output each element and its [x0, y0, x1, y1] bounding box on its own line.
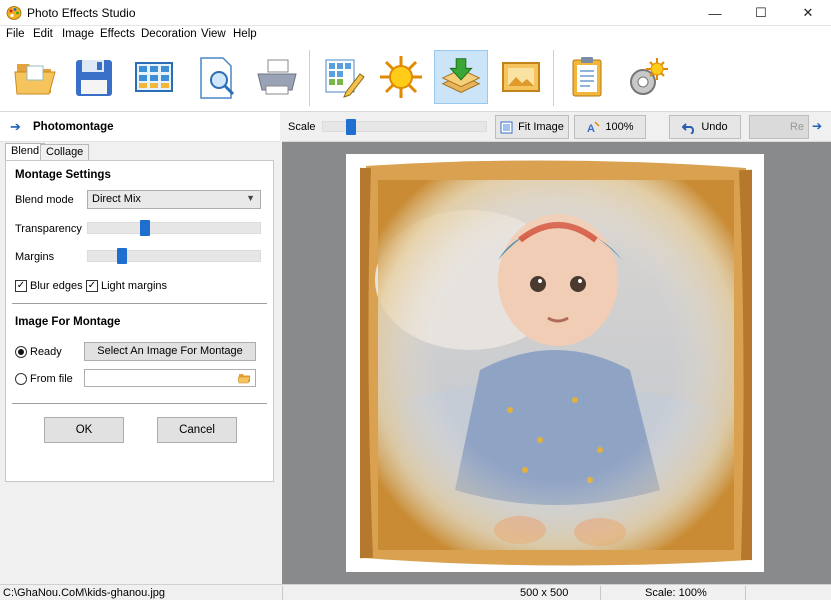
tab-collage[interactable]: Collage: [40, 144, 90, 160]
image-for-montage-heading: Image For Montage: [15, 316, 121, 328]
chevron-down-icon: ▼: [246, 193, 255, 203]
status-bar: C:\GhaNou.CoM\kids-ghanou.jpg 500 x 500 …: [0, 584, 831, 600]
app-palette-icon: [6, 6, 22, 20]
panel-title: Photomontage: [33, 121, 114, 133]
arrow-right-icon[interactable]: ➔: [812, 119, 822, 133]
scale-label: Scale: [288, 121, 316, 133]
layers-import-icon[interactable]: [434, 50, 488, 104]
fit-image-label: Fit Image: [518, 121, 564, 133]
status-scale: Scale: 100%: [645, 587, 707, 599]
menu-bar: File Edit Image Effects Decoration View …: [0, 26, 831, 44]
image-canvas[interactable]: [282, 142, 831, 584]
blur-edges-label: Blur edges: [30, 280, 83, 292]
edit-grid-icon[interactable]: [316, 50, 370, 104]
save-disk-icon[interactable]: [66, 50, 120, 104]
margins-slider-thumb[interactable]: [117, 248, 127, 264]
section-divider: [12, 403, 267, 404]
blend-mode-value: Direct Mix: [92, 193, 141, 205]
toolbar-separator: [309, 50, 310, 106]
fit-image-icon: [500, 121, 513, 133]
menu-help[interactable]: Help: [233, 28, 257, 40]
image-page: [346, 154, 764, 572]
sun-effects-icon[interactable]: [374, 50, 428, 104]
cancel-button[interactable]: Cancel: [157, 417, 237, 443]
margins-slider[interactable]: [87, 248, 261, 264]
toolbar-separator: [553, 50, 554, 106]
window-title: Photo Effects Studio: [27, 6, 136, 20]
close-button[interactable]: ✕: [785, 0, 831, 26]
light-margins-checkbox[interactable]: ✓: [86, 280, 98, 292]
preview-icon[interactable]: [189, 50, 243, 104]
browse-folder-icon[interactable]: [238, 372, 252, 384]
undo-label: Undo: [701, 121, 728, 133]
zoom-100-button[interactable]: A 100%: [574, 115, 646, 139]
photomontage-panel: ➔ Photomontage Blend Collage Montage Set…: [0, 112, 280, 586]
ok-button[interactable]: OK: [44, 417, 124, 443]
view-toolbar: Scale Fit Image A 100% Undo Re ➔: [282, 112, 831, 142]
select-image-button[interactable]: Select An Image For Montage: [84, 342, 256, 361]
redo-button[interactable]: Re: [749, 115, 809, 139]
undo-arrow-icon: [682, 122, 695, 134]
undo-button[interactable]: Undo: [669, 115, 741, 139]
arrow-right-icon[interactable]: ➔: [10, 119, 21, 135]
transparency-slider-thumb[interactable]: [140, 220, 150, 236]
light-margins-label: Light margins: [101, 280, 168, 292]
status-divider: [282, 586, 283, 600]
menu-image[interactable]: Image: [62, 28, 94, 40]
main-toolbar: [0, 44, 831, 112]
print-icon[interactable]: [250, 50, 304, 104]
blend-tab-content: Montage Settings Blend mode Direct Mix ▼…: [5, 160, 274, 482]
gallery-icon[interactable]: [127, 50, 181, 104]
status-dimensions: 500 x 500: [520, 587, 569, 599]
menu-effects[interactable]: Effects: [100, 28, 135, 40]
maximize-button[interactable]: ☐: [738, 0, 784, 26]
scale-slider-thumb[interactable]: [346, 119, 356, 135]
status-divider: [745, 586, 746, 600]
status-file-path: C:\GhaNou.CoM\kids-ghanou.jpg: [3, 587, 166, 599]
minimize-button[interactable]: —: [692, 0, 738, 26]
margins-label: Margins: [15, 251, 55, 263]
menu-edit[interactable]: Edit: [33, 28, 53, 40]
section-divider: [12, 303, 267, 304]
fit-image-button[interactable]: Fit Image: [495, 115, 569, 139]
ready-radio[interactable]: [15, 346, 27, 358]
redo-label: Re: [789, 121, 804, 133]
blur-edges-checkbox[interactable]: ✓: [15, 280, 27, 292]
ready-label: Ready: [30, 346, 62, 358]
blend-mode-select[interactable]: Direct Mix ▼: [87, 190, 261, 209]
transparency-slider[interactable]: [87, 220, 261, 236]
from-file-field[interactable]: [84, 369, 256, 387]
menu-view[interactable]: View: [201, 28, 226, 40]
title-bar: Photo Effects Studio — ☐ ✕: [0, 0, 831, 26]
menu-decoration[interactable]: Decoration: [141, 28, 197, 40]
transparency-label: Transparency: [15, 223, 82, 235]
menu-file[interactable]: File: [6, 28, 25, 40]
blend-mode-label: Blend mode: [15, 194, 74, 206]
from-file-label: From file: [30, 373, 73, 385]
picture-frame-icon[interactable]: [494, 50, 548, 104]
montage-settings-heading: Montage Settings: [15, 169, 111, 181]
svg-text:A: A: [587, 123, 595, 134]
open-folder-icon[interactable]: [7, 50, 61, 104]
zoom-icon: A: [587, 120, 600, 134]
scale-slider[interactable]: [322, 119, 487, 135]
status-divider: [600, 586, 601, 600]
montage-photo: [360, 160, 752, 566]
settings-gear-icon[interactable]: [621, 50, 675, 104]
from-file-radio[interactable]: [15, 373, 27, 385]
zoom-100-label: 100%: [605, 121, 634, 133]
clipboard-icon[interactable]: [561, 50, 615, 104]
panel-header: ➔ Photomontage: [0, 112, 280, 142]
